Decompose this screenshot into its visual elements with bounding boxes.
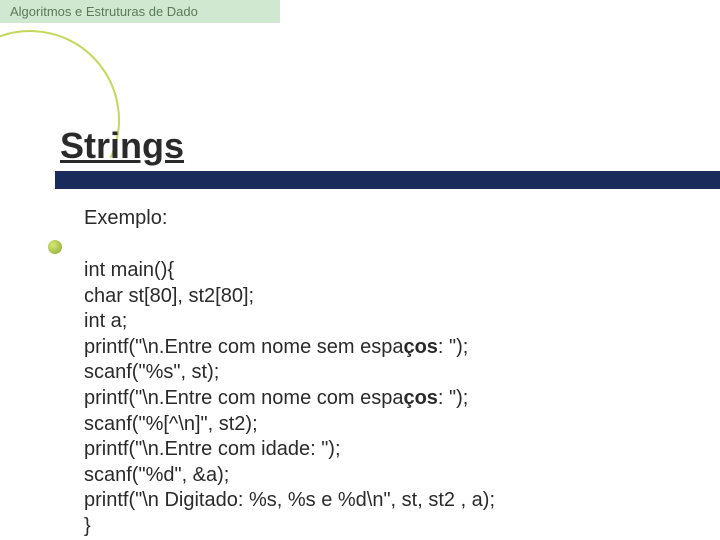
code-frag-bold: ços	[403, 387, 437, 409]
code-line: }	[84, 514, 690, 540]
slide-subtitle: Exemplo:	[84, 207, 690, 230]
code-frag: printf("\n.Entre com nome sem espa	[84, 336, 403, 358]
code-frag: printf("\n.Entre com nome com espa	[84, 387, 403, 409]
slide-title: Strings	[60, 125, 690, 167]
course-header: Algoritmos e Estruturas de Dado	[0, 0, 280, 23]
title-underline-bar	[55, 171, 720, 189]
code-frag-bold: ços	[403, 336, 437, 358]
code-line: char st[80], st2[80];	[84, 284, 690, 310]
code-line: int main(){	[84, 258, 690, 284]
code-line: printf("\n.Entre com nome sem espaços: "…	[84, 335, 690, 361]
code-line: printf("\n.Entre com nome com espaços: "…	[84, 386, 690, 412]
code-line: printf("\n Digitado: %s, %s e %d\n", st,…	[84, 488, 690, 514]
slide-content: Strings Exemplo: int main(){ char st[80]…	[60, 125, 690, 540]
code-line: printf("\n.Entre com idade: ");	[84, 437, 690, 463]
code-frag: : ");	[438, 387, 468, 409]
code-block: int main(){ char st[80], st2[80]; int a;…	[84, 258, 690, 540]
code-line: int a;	[84, 309, 690, 335]
code-line: scanf("%[^\n]", st2);	[84, 412, 690, 438]
course-title: Algoritmos e Estruturas de Dado	[10, 4, 198, 19]
code-frag: : ");	[438, 336, 468, 358]
code-line: scanf("%d", &a);	[84, 463, 690, 489]
code-line: scanf("%s", st);	[84, 360, 690, 386]
